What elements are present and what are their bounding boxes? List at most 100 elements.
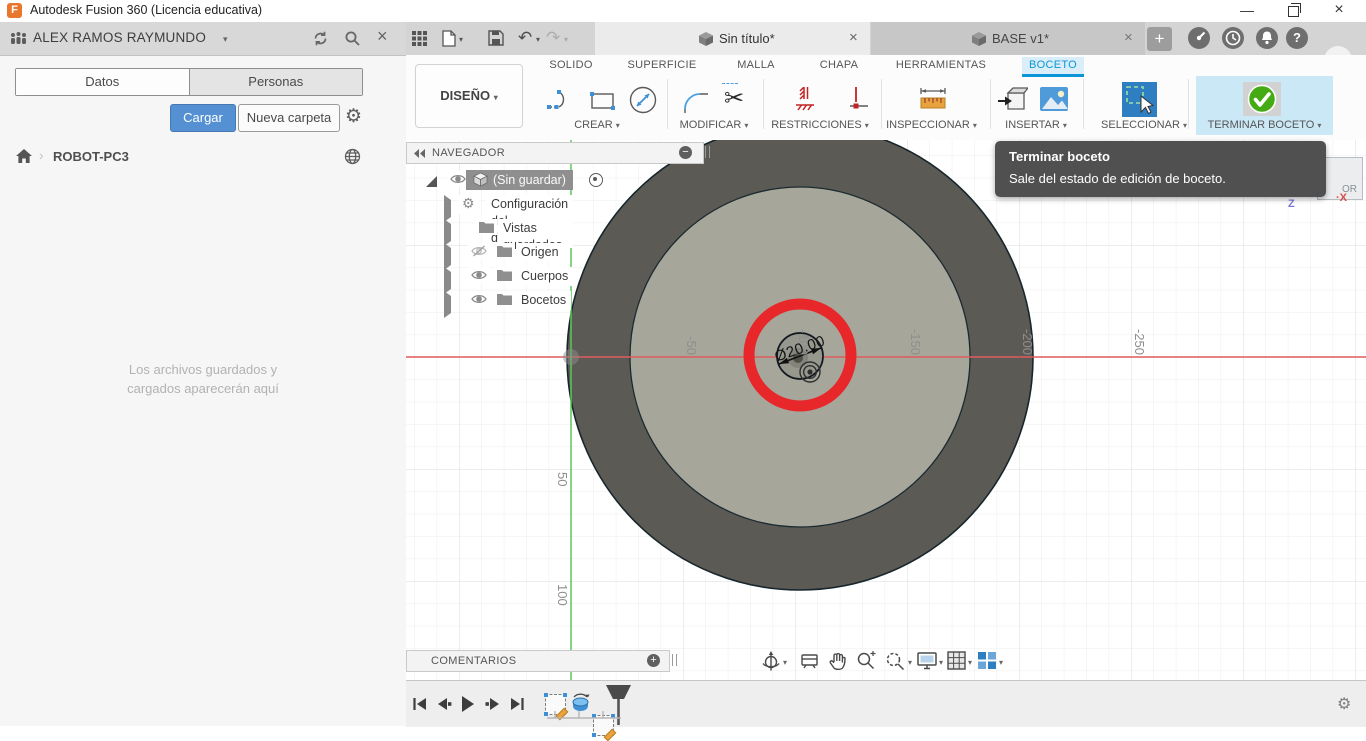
timeline-step-forward-icon[interactable] [485, 697, 501, 711]
group-inspeccionar[interactable]: INSPECCIONAR ▾ [874, 119, 989, 131]
timeline-play-icon[interactable] [461, 696, 475, 712]
look-at-icon[interactable] [800, 652, 819, 670]
collapse-double-arrow-icon[interactable] [414, 149, 426, 158]
collapsed-triangle-icon[interactable] [444, 267, 451, 294]
document-tab-close-icon[interactable]: × [1124, 29, 1133, 46]
timeline-settings-gear-icon[interactable]: ⚙ [1337, 697, 1351, 713]
window-close-button[interactable]: × [1322, 0, 1356, 22]
visibility-eye-icon[interactable] [468, 267, 490, 283]
tree-item-label[interactable]: Bocetos [516, 291, 571, 310]
job-status-icon[interactable] [1188, 27, 1210, 49]
collapsed-triangle-icon[interactable] [444, 243, 451, 270]
group-restricciones[interactable]: RESTRICCIONES ▾ [760, 119, 880, 131]
tab-datos[interactable]: Datos [16, 69, 189, 95]
group-crear[interactable]: CREAR ▾ [552, 119, 642, 131]
app-launcher-grid-icon[interactable] [412, 31, 427, 46]
root-document-item[interactable]: (Sin guardar) [466, 170, 573, 190]
design-workspace-menu[interactable]: DISEÑO ▾ [415, 64, 523, 128]
upload-button[interactable]: Cargar [170, 104, 236, 132]
zoom-window-caret-icon[interactable]: ▾ [908, 658, 912, 667]
redo-icon[interactable]: ↷ [546, 28, 560, 48]
new-document-tab-button[interactable]: + [1147, 27, 1172, 51]
expanded-triangle-icon[interactable] [425, 175, 438, 188]
document-tab-active[interactable]: Sin título* × [595, 22, 870, 55]
sketch-canvas[interactable]: -50 -100 -150 -200 -250 50 100 Ø20.00 OR… [406, 140, 1366, 680]
tab-personas[interactable]: Personas [189, 69, 363, 95]
viewports-icon[interactable] [977, 651, 997, 670]
timeline-skip-start-icon[interactable] [412, 697, 427, 711]
navigator-header[interactable]: NAVEGADOR − [406, 142, 704, 164]
tree-row-saved-views[interactable]: Vistas guardadas [406, 218, 413, 240]
save-icon[interactable] [488, 30, 504, 46]
window-minimize-button[interactable]: — [1230, 0, 1264, 22]
search-icon[interactable] [344, 30, 361, 47]
tree-row-sketches[interactable]: Bocetos [406, 290, 413, 312]
refresh-icon[interactable] [312, 30, 329, 47]
ribbon-tab-chapa[interactable]: CHAPA [809, 57, 869, 74]
visibility-eye-icon[interactable] [468, 291, 490, 307]
tree-item-label[interactable]: Origen [516, 243, 564, 262]
redo-caret-icon[interactable]: ▾ [564, 35, 568, 44]
window-restore-button[interactable] [1276, 0, 1310, 22]
constraint-hatch-icon[interactable] [792, 85, 818, 113]
visibility-off-eye-icon[interactable] [468, 243, 490, 259]
ribbon-tab-solido[interactable]: SOLIDO [541, 57, 601, 74]
viewports-caret-icon[interactable]: ▾ [999, 658, 1003, 667]
collapsed-triangle-icon[interactable] [444, 291, 451, 318]
navigator-minimize-icon[interactable]: − [679, 146, 692, 159]
user-menu[interactable]: ALEX RAMOS RAYMUNDO [33, 30, 206, 45]
pan-hand-icon[interactable] [828, 650, 848, 672]
insert-cad-icon[interactable] [996, 84, 1028, 114]
orbit-caret-icon[interactable]: ▾ [783, 658, 787, 667]
tree-row-origin[interactable]: Origen [406, 242, 413, 264]
constraint-coincident-icon[interactable] [842, 85, 870, 113]
tree-row-bodies[interactable]: Cuerpos [406, 266, 413, 288]
group-seleccionar[interactable]: SELECCIONAR ▾ [1089, 119, 1199, 131]
comments-drag-handle[interactable] [672, 654, 677, 666]
display-settings-icon[interactable] [917, 652, 937, 670]
timeline-step-back-icon[interactable] [436, 697, 452, 711]
navigator-drag-handle[interactable] [705, 146, 710, 158]
display-settings-caret-icon[interactable]: ▾ [939, 658, 943, 667]
measure-tool-icon[interactable] [918, 85, 948, 113]
home-icon[interactable] [16, 149, 32, 164]
fillet-tool-icon[interactable] [680, 86, 710, 114]
grid-settings-icon[interactable] [947, 651, 966, 670]
file-menu-icon[interactable] [442, 30, 456, 47]
tree-row-root[interactable]: (Sin guardar) [406, 170, 702, 192]
data-settings-gear-icon[interactable]: ⚙ [345, 107, 362, 126]
orbit-icon[interactable] [761, 651, 781, 672]
insert-image-icon[interactable] [1038, 84, 1070, 114]
ribbon-tab-herramientas[interactable]: HERRAMIENTAS [891, 57, 991, 74]
document-tab-close-icon[interactable]: × [849, 29, 858, 46]
select-tool-icon[interactable] [1122, 82, 1157, 117]
collapsed-triangle-icon[interactable] [444, 219, 451, 246]
ribbon-tab-malla[interactable]: MALLA [726, 57, 786, 74]
document-tab-inactive[interactable]: BASE v1* × [871, 22, 1145, 55]
circle-tool-icon[interactable] [627, 84, 659, 116]
group-insertar[interactable]: INSERTAR ▾ [986, 119, 1086, 131]
breadcrumb-project[interactable]: ROBOT-PC3 [53, 149, 129, 164]
rectangle-tool-icon[interactable] [587, 86, 617, 114]
history-clock-icon[interactable] [1222, 27, 1244, 49]
user-menu-caret-icon[interactable]: ▾ [223, 34, 228, 45]
comments-bar[interactable]: COMENTARIOS + [406, 650, 670, 672]
ribbon-tab-boceto[interactable]: BOCETO [1022, 57, 1084, 74]
collapsed-triangle-icon[interactable] [444, 195, 451, 222]
help-icon[interactable]: ? [1286, 27, 1308, 49]
notifications-bell-icon[interactable] [1256, 27, 1278, 49]
group-modificar[interactable]: MODIFICAR ▾ [664, 119, 764, 131]
grid-settings-caret-icon[interactable]: ▾ [968, 658, 972, 667]
ribbon-tab-superficie[interactable]: SUPERFICIE [622, 57, 702, 74]
tree-item-label[interactable]: Cuerpos [516, 267, 573, 286]
undo-icon[interactable]: ↶ [518, 28, 532, 48]
activate-document-radio[interactable] [589, 173, 603, 187]
zoom-icon[interactable] [856, 651, 876, 671]
finish-sketch-button[interactable]: TERMINAR BOCETO ▾ [1196, 76, 1333, 135]
arc-tool-icon[interactable] [545, 86, 575, 114]
file-menu-caret-icon[interactable]: ▾ [459, 35, 463, 44]
timeline-skip-end-icon[interactable] [510, 697, 525, 711]
globe-icon[interactable] [344, 148, 361, 165]
close-panel-icon[interactable]: × [377, 26, 388, 47]
undo-caret-icon[interactable]: ▾ [536, 35, 540, 44]
